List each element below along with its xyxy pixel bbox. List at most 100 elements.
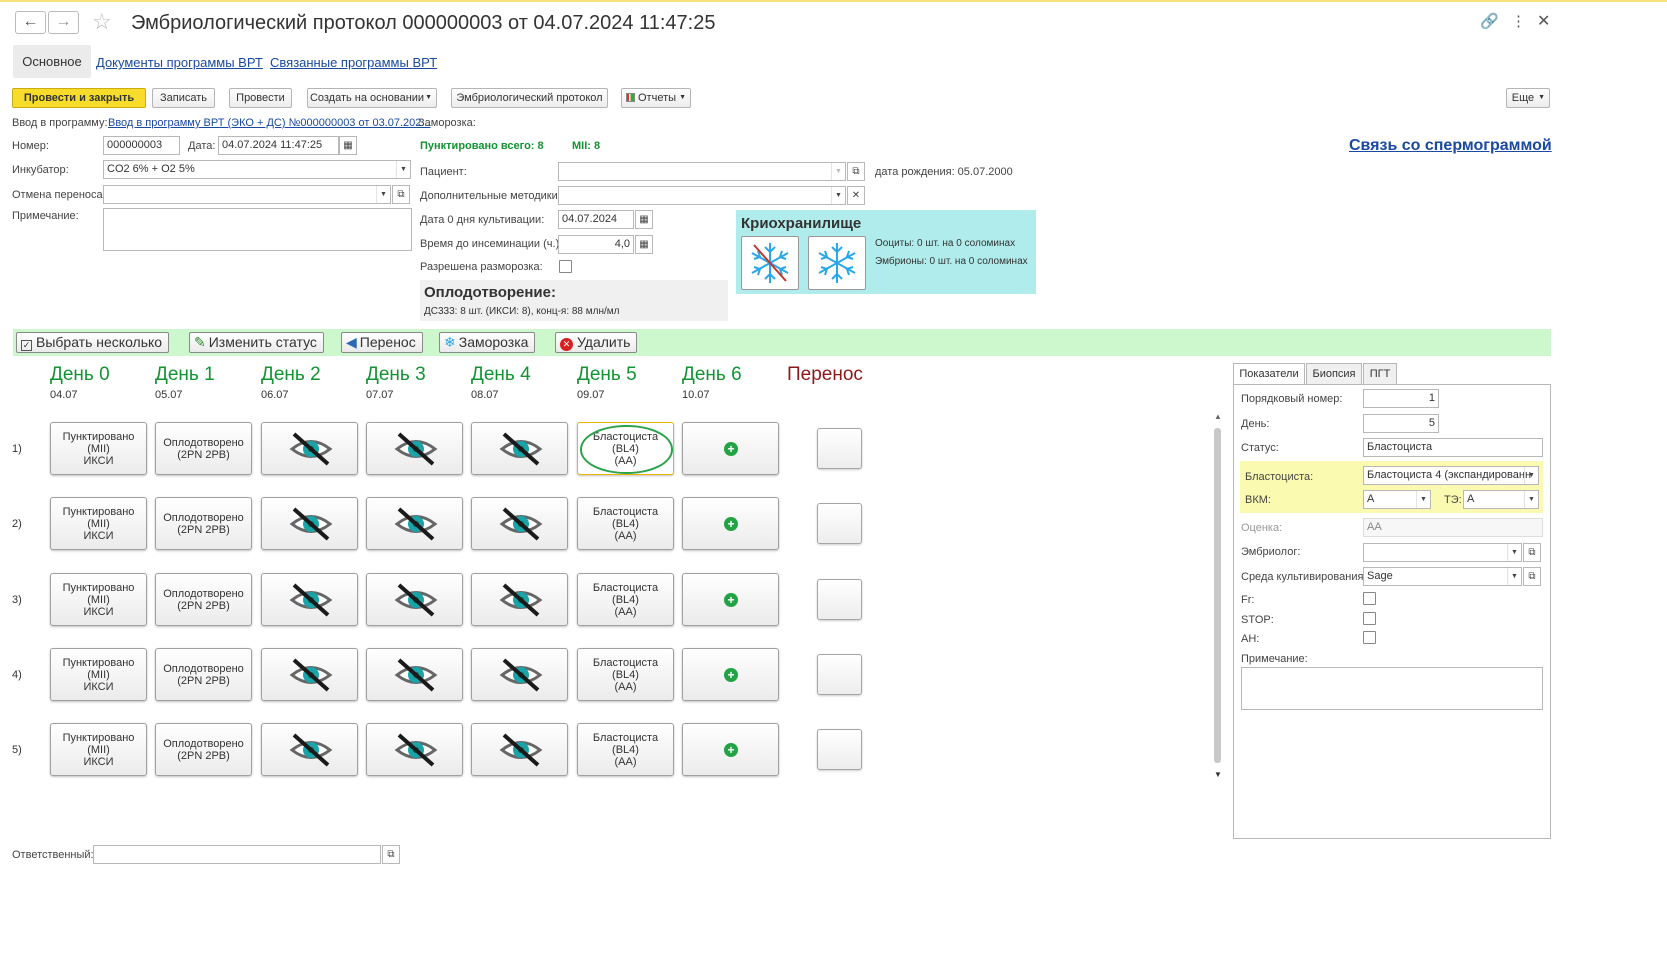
not-observed-cell[interactable] — [471, 723, 568, 776]
punctured-cell[interactable]: Пунктировано (MII) ИКСИ — [50, 422, 147, 475]
post-button[interactable]: Провести — [229, 88, 292, 108]
blastocyst-cell[interactable]: Бластоциста (BL4) (AA) — [577, 648, 674, 701]
more-vert-icon[interactable]: ⋮ — [1511, 12, 1526, 30]
open-icon[interactable]: ⧉ — [1523, 567, 1541, 586]
responsible-field[interactable] — [93, 845, 381, 864]
fertilized-cell[interactable]: Оплодотворено (2PN 2PB) — [155, 573, 252, 626]
not-observed-cell[interactable] — [471, 573, 568, 626]
open-icon[interactable]: ⧉ — [847, 162, 865, 181]
chevron-down-icon[interactable]: ▼ — [376, 186, 390, 203]
medium-select[interactable]: Sage ▼ — [1363, 567, 1522, 586]
tab-pgt[interactable]: ПГТ — [1363, 363, 1397, 385]
punctured-cell[interactable]: Пунктировано (MII) ИКСИ — [50, 497, 147, 550]
not-observed-cell[interactable] — [261, 497, 358, 550]
insemination-field[interactable]: 4,0 — [558, 235, 634, 254]
add-observation-cell[interactable]: + — [682, 648, 779, 701]
tab-biopsy[interactable]: Биопсия — [1306, 363, 1362, 385]
save-button[interactable]: Записать — [152, 88, 215, 108]
fertilized-cell[interactable]: Оплодотворено (2PN 2PB) — [155, 497, 252, 550]
add-observation-cell[interactable]: + — [682, 497, 779, 550]
cryo-embryo-button[interactable] — [808, 236, 866, 290]
scroll-up-icon[interactable]: ▲ — [1214, 412, 1222, 421]
transfer-button[interactable]: ◀ Перенос — [341, 332, 423, 353]
tab-linked-programs[interactable]: Связанные программы ВРТ — [270, 55, 437, 70]
open-icon[interactable]: ⧉ — [1523, 543, 1541, 562]
chevron-down-icon[interactable]: ▼ — [1524, 467, 1538, 484]
day-field[interactable]: 5 — [1363, 414, 1439, 433]
calendar-icon[interactable]: ▦ — [339, 136, 357, 155]
number-field[interactable]: 000000003 — [103, 136, 180, 155]
thaw-allowed-checkbox[interactable] — [559, 260, 572, 273]
tab-indicators[interactable]: Показатели — [1233, 363, 1305, 386]
not-observed-cell[interactable] — [261, 573, 358, 626]
link-icon[interactable]: 🔗 — [1480, 12, 1499, 30]
chevron-down-icon[interactable]: ▼ — [396, 161, 410, 178]
scroll-down-icon[interactable]: ▼ — [1214, 770, 1222, 779]
calculator-icon[interactable]: ▦ — [635, 235, 653, 254]
close-icon[interactable]: ✕ — [1537, 11, 1550, 31]
vkm-select[interactable]: A ▼ — [1363, 490, 1431, 509]
delete-button[interactable]: ✕ Удалить — [555, 332, 638, 353]
chevron-down-icon[interactable]: ▼ — [831, 187, 845, 204]
chevron-down-icon[interactable]: ▼ — [1416, 491, 1430, 508]
punctured-cell[interactable]: Пунктировано (MII) ИКСИ — [50, 573, 147, 626]
forward-arrow-icon[interactable]: → — [48, 11, 79, 34]
add-observation-cell[interactable]: + — [682, 573, 779, 626]
seq-number-field[interactable]: 1 — [1363, 389, 1439, 408]
blastocyst-cell[interactable]: Бластоциста (BL4) (AA) — [577, 497, 674, 550]
chevron-down-icon[interactable]: ▼ — [1507, 544, 1521, 561]
incubator-field[interactable]: CO2 6% + O2 5% ▼ — [103, 160, 411, 179]
blastocyst-select[interactable]: Бластоциста 4 (экспандированн ▼ — [1363, 466, 1539, 485]
chevron-down-icon[interactable]: ▼ — [831, 163, 845, 180]
create-based-on-button[interactable]: Создать на основании ▼ — [307, 88, 437, 108]
note-field[interactable] — [103, 208, 412, 251]
not-observed-cell[interactable] — [261, 723, 358, 776]
open-icon[interactable]: ⧉ — [392, 185, 410, 204]
date-field[interactable]: 04.07.2024 11:47:25 — [218, 136, 339, 155]
not-observed-cell[interactable] — [366, 573, 463, 626]
blastocyst-cell[interactable]: Бластоциста (BL4) (AA) — [577, 573, 674, 626]
not-observed-cell[interactable] — [366, 723, 463, 776]
punctured-cell[interactable]: Пунктировано (MII) ИКСИ — [50, 723, 147, 776]
back-arrow-icon[interactable]: ← — [15, 11, 46, 34]
status-field[interactable]: Бластоциста — [1363, 438, 1543, 457]
embryo-protocol-button[interactable]: Эмбриологический протокол — [451, 88, 608, 108]
punctured-cell[interactable]: Пунктировано (MII) ИКСИ — [50, 648, 147, 701]
cancel-transfer-field[interactable]: ▼ — [103, 185, 391, 204]
embryologist-select[interactable]: ▼ — [1363, 543, 1522, 562]
clear-icon[interactable]: ✕ — [847, 186, 865, 205]
freeze-button[interactable]: ❄ Заморозка — [439, 332, 536, 353]
open-icon[interactable]: ⧉ — [382, 845, 400, 864]
not-observed-cell[interactable] — [366, 497, 463, 550]
extra-methods-field[interactable]: ▼ — [558, 186, 846, 205]
add-observation-cell[interactable]: + — [682, 422, 779, 475]
ah-checkbox[interactable] — [1363, 631, 1376, 644]
post-and-close-button[interactable]: Провести и закрыть — [12, 88, 146, 108]
add-observation-cell[interactable]: + — [682, 723, 779, 776]
transfer-toggle[interactable] — [817, 654, 862, 695]
grid-scrollbar[interactable] — [1214, 428, 1221, 763]
tab-program-docs[interactable]: Документы программы ВРТ — [96, 55, 263, 70]
not-observed-cell[interactable] — [471, 497, 568, 550]
transfer-toggle[interactable] — [817, 503, 862, 544]
not-observed-cell[interactable] — [471, 648, 568, 701]
fertilized-cell[interactable]: Оплодотворено (2PN 2PB) — [155, 648, 252, 701]
not-observed-cell[interactable] — [261, 648, 358, 701]
transfer-toggle[interactable] — [817, 729, 862, 770]
te-select[interactable]: A ▼ — [1463, 490, 1539, 509]
rp-note-field[interactable] — [1241, 667, 1543, 710]
fertilized-cell[interactable]: Оплодотворено (2PN 2PB) — [155, 723, 252, 776]
more-button[interactable]: Еще ▼ — [1506, 88, 1550, 108]
blastocyst-cell[interactable]: Бластоциста (BL4) (AA) — [577, 723, 674, 776]
calendar-icon[interactable]: ▦ — [635, 210, 653, 229]
day0-field[interactable]: 04.07.2024 — [558, 210, 634, 229]
select-multiple-button[interactable]: ✓ Выбрать несколько — [16, 332, 170, 353]
fertilized-cell[interactable]: Оплодотворено (2PN 2PB) — [155, 422, 252, 475]
blastocyst-cell[interactable]: Бластоциста (BL4) (AA) — [577, 422, 674, 475]
spermogram-link[interactable]: Связь со спермограммой — [1349, 137, 1552, 155]
reports-button[interactable]: Отчеты ▼ — [621, 88, 691, 108]
tab-main[interactable]: Основное — [13, 45, 91, 78]
program-link[interactable]: Ввод в программу ВРТ (ЭКО + ДС) №0000000… — [108, 117, 431, 129]
chevron-down-icon[interactable]: ▼ — [1507, 568, 1521, 585]
not-observed-cell[interactable] — [471, 422, 568, 475]
